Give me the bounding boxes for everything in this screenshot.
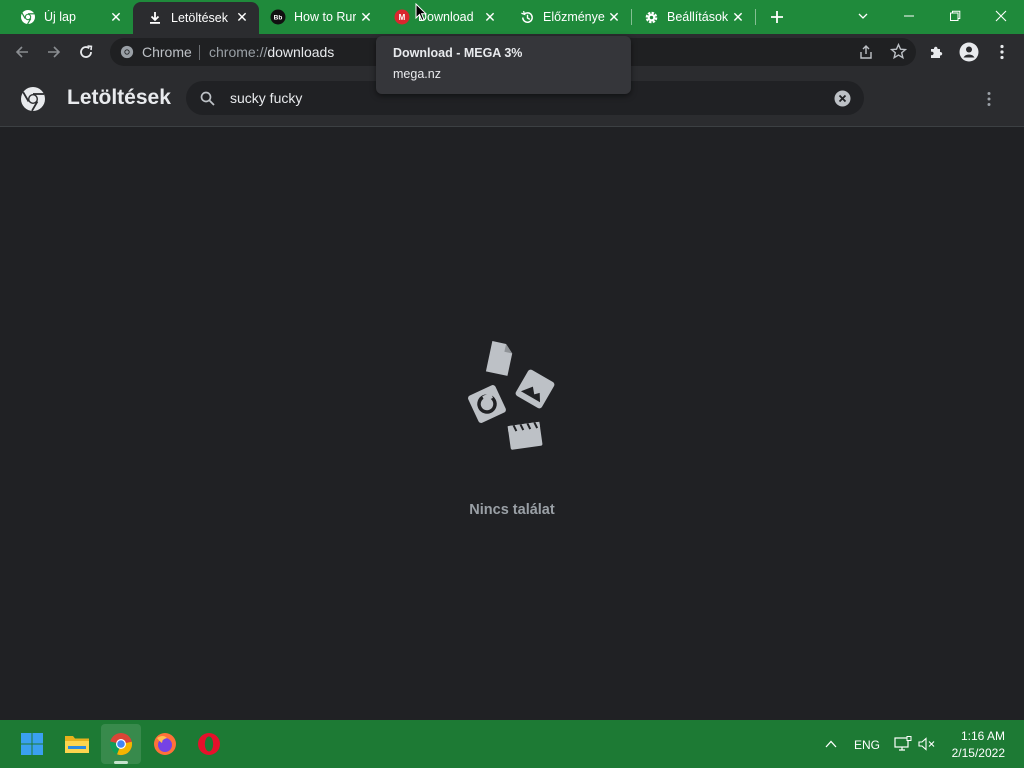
image-icon [515,369,555,409]
tab-label: Letöltések [171,11,228,25]
chrome-icon [109,733,133,756]
close-icon[interactable]: ✕ [483,10,497,24]
tab-downloads[interactable]: Letöltések ✕ [133,2,259,34]
download-icon [147,10,163,26]
chrome-logo-icon [20,86,46,117]
tab-new-tab[interactable]: Új lap ✕ [0,2,133,32]
opera-icon [198,733,220,755]
minimize-icon [904,15,914,17]
windows-taskbar: ENG 1:16 AM 2/15/2022 [0,720,1024,768]
tab-label: Új lap [44,10,76,24]
tab-settings[interactable]: Beállítások ✕ [632,2,755,32]
puzzle-icon [931,46,943,58]
volume-muted-icon[interactable] [918,736,936,757]
url-text: chrome://downloads [209,44,334,60]
new-tab-button[interactable] [767,7,787,27]
language-indicator[interactable]: ENG [854,738,880,752]
restore-button[interactable] [932,0,978,32]
running-indicator [114,761,128,764]
close-icon[interactable]: ✕ [109,10,123,24]
tab-strip: Új lap ✕ Letöltések ✕ Bb How to Rur ✕ M … [0,0,1024,34]
avatar-icon [959,42,979,62]
share-icon[interactable] [858,44,874,65]
plus-icon [771,11,783,23]
arrow-left-icon [15,46,28,58]
restore-icon [950,10,961,21]
chevron-up-icon[interactable] [824,737,838,756]
reload-button[interactable] [71,37,101,67]
star-icon[interactable] [889,42,908,65]
tab-history[interactable]: Előzmények ✕ [507,2,631,32]
clear-search-icon[interactable] [834,90,851,112]
chrome-taskbar-button[interactable] [101,724,141,764]
omnibox-separator [199,45,200,60]
bb-icon: Bb [270,9,286,25]
profile-button[interactable] [954,37,984,67]
menu-button[interactable] [987,37,1017,67]
empty-state-message: Nincs találat [469,502,555,518]
close-icon [995,10,1007,22]
tab-label: Beállítások [667,10,729,24]
chrome-icon [20,9,36,25]
file-icon [485,341,513,376]
close-window-button[interactable] [978,0,1024,32]
svg-text:M: M [399,13,406,22]
url-scheme: chrome:// [209,44,268,60]
close-icon[interactable]: ✕ [607,10,621,24]
opera-button[interactable] [189,724,229,764]
close-icon[interactable]: ✕ [359,10,373,24]
tab-hover-card: Download - MEGA 3% mega.nz [376,36,631,94]
start-button[interactable] [12,724,52,764]
tab-label: Download [418,10,474,24]
no-downloads-illustration [468,341,555,450]
gear-icon [643,9,659,25]
arrow-right-icon [48,46,61,58]
extensions-button[interactable] [922,37,952,67]
video-icon [507,421,543,450]
firefox-button[interactable] [145,724,185,764]
reload-icon [80,45,93,58]
mouse-cursor-icon [415,3,427,22]
tab-search-button[interactable] [840,0,886,32]
tab-label: Előzmények [543,10,605,24]
search-icon [200,91,215,111]
music-icon [468,385,506,423]
network-icon[interactable] [894,736,912,757]
more-vert-icon [1000,44,1004,60]
back-button[interactable] [7,37,37,67]
more-vert-icon[interactable] [987,91,991,112]
history-icon [519,9,535,25]
site-label: Chrome [142,44,192,60]
page-title: Letöltések [67,86,171,109]
clock-date[interactable]: 2/15/2022 [952,746,1005,760]
clock-time[interactable]: 1:16 AM [961,729,1005,743]
close-icon[interactable]: ✕ [235,10,249,24]
tab-mega-download[interactable]: M Download ✕ [383,2,507,32]
tab-how-to[interactable]: Bb How to Rur ✕ [259,2,383,32]
hover-card-title: Download - MEGA 3% [393,46,523,60]
firefox-icon [154,733,176,755]
hover-card-domain: mega.nz [393,67,441,81]
tab-separator [755,9,756,25]
close-icon[interactable]: ✕ [731,10,745,24]
chevron-down-icon [858,13,868,19]
file-explorer-button[interactable] [57,724,97,764]
url-host: downloads [267,44,335,60]
svg-text:Bb: Bb [274,15,283,22]
mega-icon: M [394,9,410,25]
search-query: sucky fucky [230,90,303,106]
chrome-icon [120,45,134,64]
forward-button[interactable] [39,37,69,67]
tab-label: How to Rur [294,10,356,24]
windows-logo-icon [21,733,43,755]
folder-icon [65,736,89,753]
minimize-button[interactable] [886,0,932,32]
